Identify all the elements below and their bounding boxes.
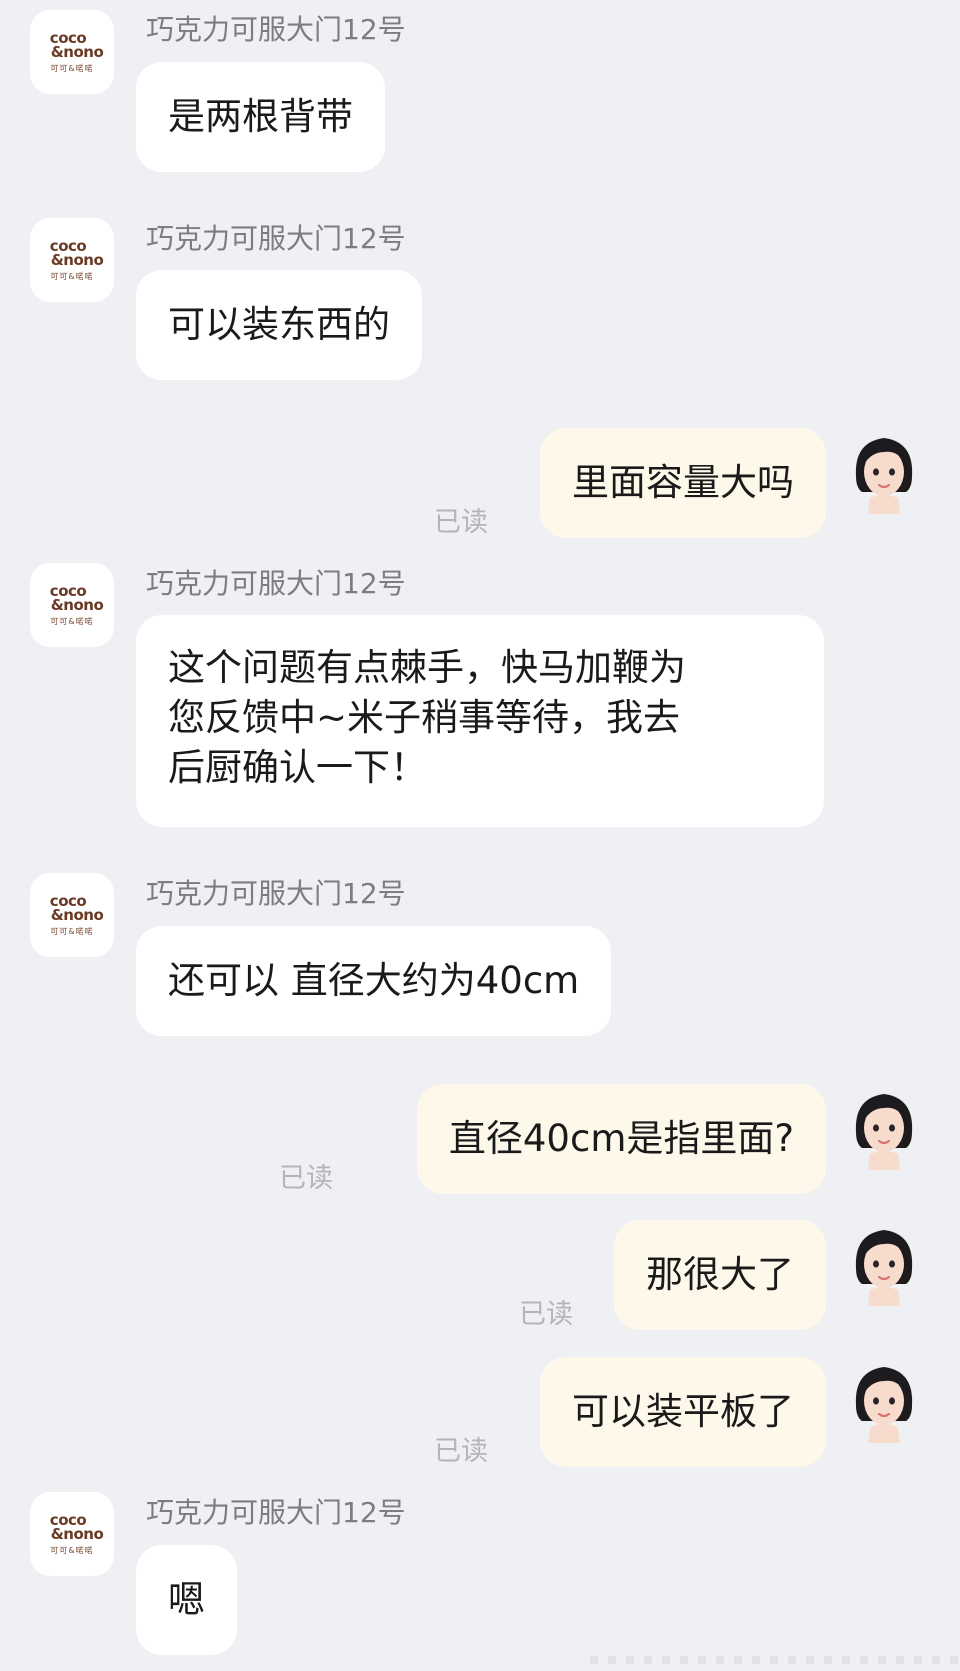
message-bubble[interactable]: 里面容量大吗 xyxy=(540,428,826,538)
user-avatar[interactable] xyxy=(848,1224,920,1306)
logo-subtext: 可可&喏喏 xyxy=(50,926,94,936)
logo-text: &nono xyxy=(50,250,104,269)
logo-subtext: 可可&喏喏 xyxy=(50,616,94,626)
shop-avatar[interactable]: coco &nono 可可&喏喏 xyxy=(30,218,114,302)
read-receipt: 已读 xyxy=(434,1436,488,1467)
sender-name: 巧克力可服大门12号 xyxy=(146,877,406,910)
message-line: 您反馈中~米子稍事等待，我去 xyxy=(168,696,681,739)
sender-name: 巧克力可服大门12号 xyxy=(146,13,406,46)
sender-name: 巧克力可服大门12号 xyxy=(146,1496,406,1529)
shop-avatar[interactable]: coco &nono 可可&喏喏 xyxy=(30,10,114,94)
message-bubble[interactable]: 那很大了 xyxy=(614,1220,826,1330)
logo-text: &nono xyxy=(50,595,104,614)
message-bubble[interactable]: 可以装东西的 xyxy=(136,270,422,380)
message-bubble[interactable]: 可以装平板了 xyxy=(540,1357,826,1467)
message-line: 后厨确认一下！ xyxy=(168,746,427,789)
bottom-scroll-indicator xyxy=(590,1656,960,1664)
user-avatar-icon xyxy=(855,1094,913,1170)
logo-text: &nono xyxy=(50,1524,104,1543)
read-receipt: 已读 xyxy=(519,1299,573,1330)
shop-avatar[interactable]: coco &nono 可可&喏喏 xyxy=(30,563,114,647)
logo-text: &nono xyxy=(50,42,104,61)
message-line: 这个问题有点棘手，快马加鞭为 xyxy=(168,646,686,689)
user-avatar[interactable] xyxy=(848,432,920,514)
read-receipt: 已读 xyxy=(434,507,488,538)
message-bubble[interactable]: 是两根背带 xyxy=(136,62,385,172)
logo-subtext: 可可&喏喏 xyxy=(50,63,94,73)
shop-avatar[interactable]: coco &nono 可可&喏喏 xyxy=(30,873,114,957)
user-avatar-icon xyxy=(855,1367,913,1443)
read-receipt: 已读 xyxy=(279,1163,333,1194)
message-bubble[interactable]: 嗯 xyxy=(136,1545,237,1655)
user-avatar[interactable] xyxy=(848,1361,920,1443)
user-avatar[interactable] xyxy=(848,1088,920,1170)
user-avatar-icon xyxy=(855,438,913,514)
shop-avatar[interactable]: coco &nono 可可&喏喏 xyxy=(30,1492,114,1576)
logo-subtext: 可可&喏喏 xyxy=(50,271,94,281)
message-bubble[interactable]: 还可以 直径大约为40cm xyxy=(136,926,612,1036)
logo-subtext: 可可&喏喏 xyxy=(50,1545,94,1555)
logo-text: &nono xyxy=(50,905,104,924)
sender-name: 巧克力可服大门12号 xyxy=(146,222,406,255)
message-bubble[interactable]: 直径40cm是指里面? xyxy=(416,1084,826,1194)
message-bubble[interactable]: 这个问题有点棘手，快马加鞭为 您反馈中~米子稍事等待，我去 后厨确认一下！ xyxy=(136,615,824,827)
user-avatar-icon xyxy=(855,1230,913,1306)
sender-name: 巧克力可服大门12号 xyxy=(146,567,406,600)
